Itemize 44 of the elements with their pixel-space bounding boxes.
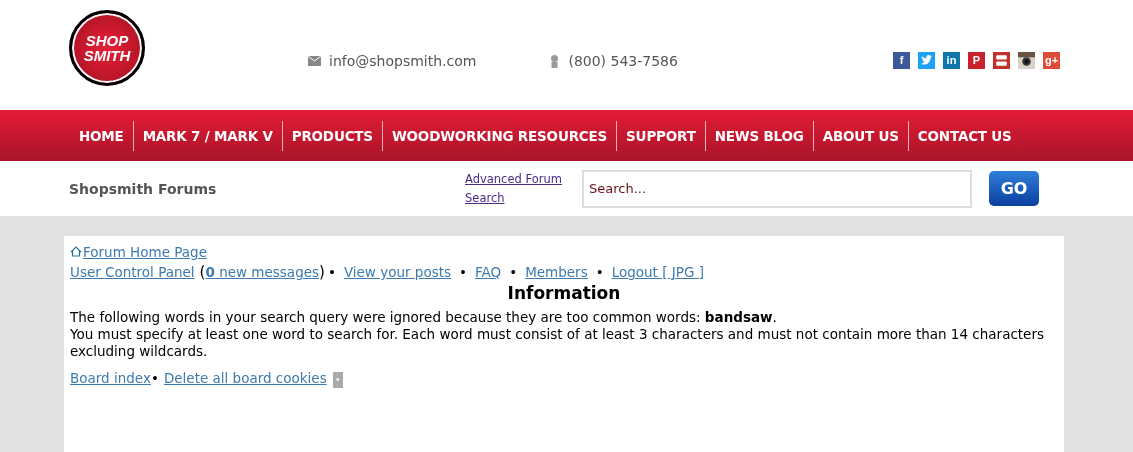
nav-link[interactable]: NEWS BLOG (704, 120, 813, 151)
forum-title: Shopsmith Forums (69, 180, 218, 197)
nav-link[interactable]: SUPPORT (616, 120, 705, 151)
social-icon[interactable]: P (968, 51, 985, 69)
new-messages-link[interactable]: 0 new messages (205, 262, 320, 282)
forum-home-link[interactable]: Forum Home Page (70, 242, 207, 262)
bullet-text: • (595, 263, 604, 282)
nav-link[interactable]: View your posts (343, 262, 452, 282)
bullet-text: • (459, 263, 467, 282)
bullet-badge: • (332, 372, 343, 388)
nav-link[interactable]: HOME (70, 120, 133, 151)
nav-link[interactable]: WOODWORKING RESOURCES (381, 120, 617, 151)
info-heading: Information (506, 283, 622, 303)
search-field[interactable]: Search... (582, 169, 972, 208)
control-panel-link[interactable]: User Control Panel (70, 262, 195, 282)
go-button[interactable]: GO (989, 171, 1039, 206)
bullet-text: • (150, 369, 159, 388)
nav-link[interactable]: PRODUCTS (281, 120, 382, 151)
delete-cookies-link[interactable]: Delete all board cookies (163, 368, 327, 388)
nav-link[interactable]: Logout [ JPG ] (611, 262, 704, 282)
board-index-link[interactable]: Board index (70, 368, 151, 388)
advanced-search-link[interactable]: Advanced Forum Search (465, 169, 575, 208)
house-icon (70, 246, 82, 257)
nav-link[interactable]: FAQ (475, 262, 502, 282)
logo[interactable]: SHOP SMITH (69, 10, 145, 86)
nav-link[interactable]: ABOUT US (812, 120, 908, 151)
paren-text: ( (199, 262, 206, 282)
email-text: info@shopsmith.com (329, 53, 477, 69)
message-text: You must specify at least one word to search for. Each word must consist of at least 3 characters and must not contain more than 14 characters excluding wildcards. (70, 326, 1045, 360)
nav-link[interactable]: Members (525, 262, 588, 282)
bullet-text: • (509, 263, 518, 282)
social-icon[interactable]: f (893, 51, 910, 69)
nav-link[interactable]: MARK 7 / MARK V (132, 120, 282, 151)
message-text: The following words in your search query were ignored because they are too common words: bandsaw. (70, 309, 778, 326)
person-icon (549, 54, 561, 68)
paren-text: ) (319, 262, 325, 282)
nav-link[interactable]: CONTACT US (907, 120, 1021, 151)
bullet-text: • (327, 263, 336, 282)
social-icon[interactable]: in (943, 51, 960, 69)
phone-text: (800) 543-7586 (568, 53, 678, 69)
envelope-icon (308, 56, 321, 66)
social-icon[interactable]: g+ (1043, 51, 1060, 69)
bird-icon[interactable] (918, 51, 935, 69)
camera-icon[interactable] (1018, 51, 1035, 69)
